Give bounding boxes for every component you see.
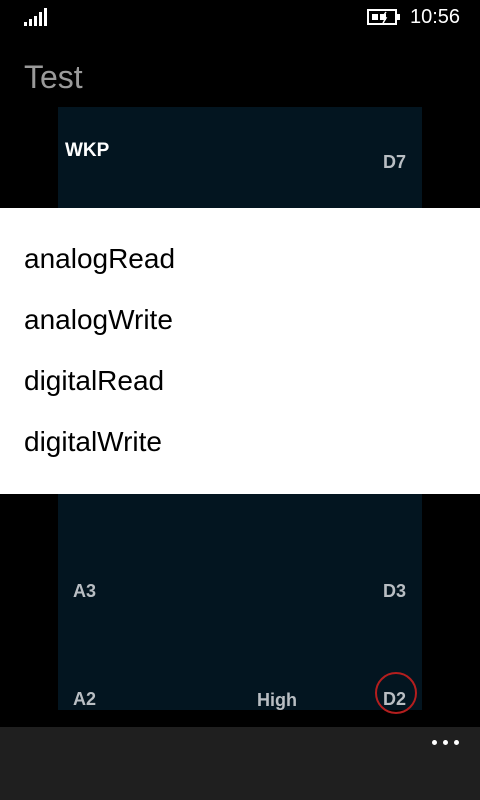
ellipsis-dot	[454, 740, 459, 745]
battery-charging-icon	[367, 9, 400, 25]
pin-a3[interactable]: A3	[73, 580, 96, 602]
function-picker: analogRead analogWrite digitalRead digit…	[0, 208, 480, 494]
picker-item-digitalwrite[interactable]: digitalWrite	[24, 425, 162, 459]
status-bar: 10:56	[0, 0, 480, 34]
phone-screen: 10:56 Test WKP D7 A3 D3 A2 High D2 analo…	[0, 0, 480, 800]
picker-item-analogwrite[interactable]: analogWrite	[24, 303, 173, 337]
app-bar	[0, 727, 480, 800]
page-title: Test	[24, 59, 83, 95]
pin-d7[interactable]: D7	[383, 151, 406, 173]
ellipsis-dot	[443, 740, 448, 745]
picker-item-digitalread[interactable]: digitalRead	[24, 364, 164, 398]
signal-strength-icon	[24, 8, 47, 26]
pin-d2-state: High	[257, 690, 297, 710]
status-clock: 10:56	[410, 6, 461, 28]
picker-item-analogread[interactable]: analogRead	[24, 242, 175, 276]
pin-a2[interactable]: A2	[73, 688, 96, 710]
pin-d2[interactable]: D2	[383, 688, 406, 710]
pin-wkp[interactable]: WKP	[65, 140, 109, 162]
ellipsis-icon[interactable]	[425, 733, 465, 753]
pin-d3[interactable]: D3	[383, 580, 406, 602]
ellipsis-dot	[432, 740, 437, 745]
